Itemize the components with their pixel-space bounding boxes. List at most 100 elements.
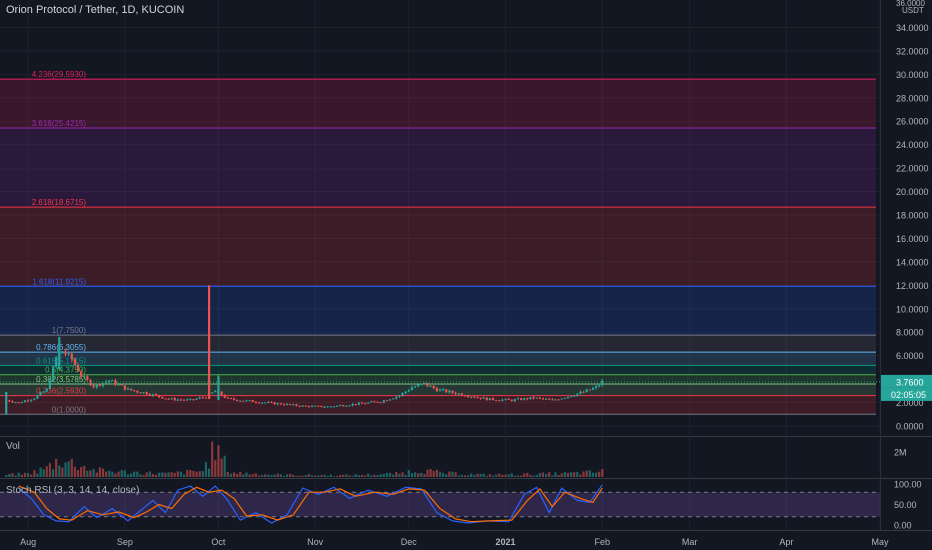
- time-tick-label: Feb: [595, 537, 611, 547]
- volume-bar: [507, 474, 510, 477]
- volume-bar: [326, 476, 329, 477]
- candle-body: [239, 400, 242, 402]
- candle-body: [264, 402, 267, 404]
- volume-bar: [569, 472, 573, 477]
- fib-level-label: 0(1.0000): [52, 405, 87, 414]
- volume-bar: [73, 466, 76, 477]
- candle-body: [429, 385, 432, 387]
- chart-title[interactable]: Orion Protocol / Tether, 1D, KUCOIN: [6, 4, 184, 16]
- candle-body: [473, 396, 476, 398]
- price-tick-label: 8.0000: [896, 328, 924, 338]
- volume-bar: [17, 472, 20, 477]
- candle-body: [392, 398, 395, 400]
- volume-bar: [105, 471, 108, 477]
- volume-bar: [594, 472, 598, 477]
- volume-bar: [211, 441, 214, 477]
- volume-bar: [286, 474, 289, 477]
- candle-body: [395, 396, 398, 399]
- candle-body: [151, 394, 154, 396]
- candle-body: [92, 385, 95, 388]
- candle-body: [26, 400, 30, 402]
- candle-body: [510, 399, 513, 402]
- volume-bar: [151, 473, 154, 477]
- candle-body: [167, 398, 170, 400]
- volume-bar: [76, 469, 80, 477]
- candle-body: [198, 397, 201, 399]
- stoch-rsi-pane-label[interactable]: Stoch RSI (3, 3, 14, 14, close): [6, 485, 139, 496]
- volume-bar: [314, 475, 317, 477]
- candle-body: [73, 359, 76, 365]
- candle-body: [417, 384, 420, 387]
- volume-bar: [61, 467, 64, 477]
- fibonacci-extension[interactable]: 0(1.0000)0.236(2.5930)0.382(3.5785)0.5(4…: [0, 70, 876, 415]
- time-tick-label: Mar: [682, 537, 698, 547]
- volume-bar: [170, 472, 173, 477]
- volume-bar: [142, 474, 145, 477]
- volume-bar: [482, 473, 485, 477]
- volume-bar: [304, 474, 307, 477]
- candle-body: [532, 397, 535, 399]
- candle-body: [460, 393, 463, 396]
- volume-bar: [367, 473, 370, 477]
- volume-bar: [501, 474, 504, 477]
- candle-body: [329, 406, 332, 408]
- candle-body: [495, 399, 498, 401]
- price-tick-label: 34.0000: [896, 23, 929, 33]
- volume-bar: [92, 469, 95, 477]
- time-tick-label: May: [871, 537, 889, 547]
- volume-bar: [317, 475, 320, 477]
- volume-bar: [192, 470, 195, 477]
- candle-body: [457, 393, 460, 395]
- volume-bar: [438, 471, 442, 477]
- candle-body: [276, 403, 279, 405]
- volume-bar: [526, 472, 529, 477]
- candle-body: [529, 397, 532, 400]
- candle-body: [576, 393, 579, 396]
- volume-bar: [167, 472, 170, 477]
- time-tick-label: Aug: [20, 537, 36, 547]
- fib-level-label: 0.382(3.5785): [36, 375, 86, 384]
- volume-bar: [120, 470, 123, 477]
- candle-body: [332, 406, 335, 408]
- candle-body: [573, 395, 576, 397]
- fib-level-label: 1.618(11.9215): [32, 277, 86, 286]
- price-tick-label: 14.0000: [896, 257, 929, 267]
- candle-body: [111, 380, 114, 382]
- candle-body: [173, 398, 176, 401]
- volume-bar: [332, 476, 335, 477]
- volume-pane-label[interactable]: Vol: [6, 441, 20, 452]
- volume-bar: [226, 471, 229, 477]
- volume-bar: [423, 474, 426, 477]
- fib-zone: [0, 395, 876, 415]
- candle-spike: [5, 392, 8, 415]
- volume-bar: [598, 471, 601, 477]
- candle-body: [323, 406, 326, 408]
- volume-bar: [139, 474, 142, 477]
- tradingview-chart[interactable]: 0(1.0000)0.236(2.5930)0.382(3.5785)0.5(4…: [0, 0, 932, 550]
- price-tick-label: 6.0000: [896, 351, 924, 361]
- volume-bar: [457, 475, 460, 477]
- volume-bar: [516, 475, 520, 477]
- candle-body: [504, 398, 507, 400]
- volume-bar: [576, 472, 579, 477]
- volume-bar: [108, 470, 111, 477]
- volume-bar: [541, 472, 545, 477]
- volume-bar: [591, 472, 594, 477]
- volume-bar: [588, 470, 591, 477]
- fib-zone: [0, 365, 876, 375]
- volume-bar: [232, 472, 236, 477]
- candle-spike: [217, 375, 220, 401]
- candle-body: [226, 397, 229, 399]
- price-tick-label: 0.0000: [896, 422, 924, 432]
- candle-body: [410, 387, 414, 391]
- candle-body: [342, 405, 345, 407]
- candle-body: [560, 398, 563, 400]
- candle-body: [523, 398, 526, 400]
- volume-bar: [479, 473, 482, 477]
- candle-body: [360, 402, 364, 404]
- volume-bar: [429, 469, 432, 477]
- candle-body: [413, 386, 417, 388]
- candle-body: [310, 405, 314, 407]
- volume-bar: [385, 472, 389, 477]
- volume-bar: [64, 462, 67, 477]
